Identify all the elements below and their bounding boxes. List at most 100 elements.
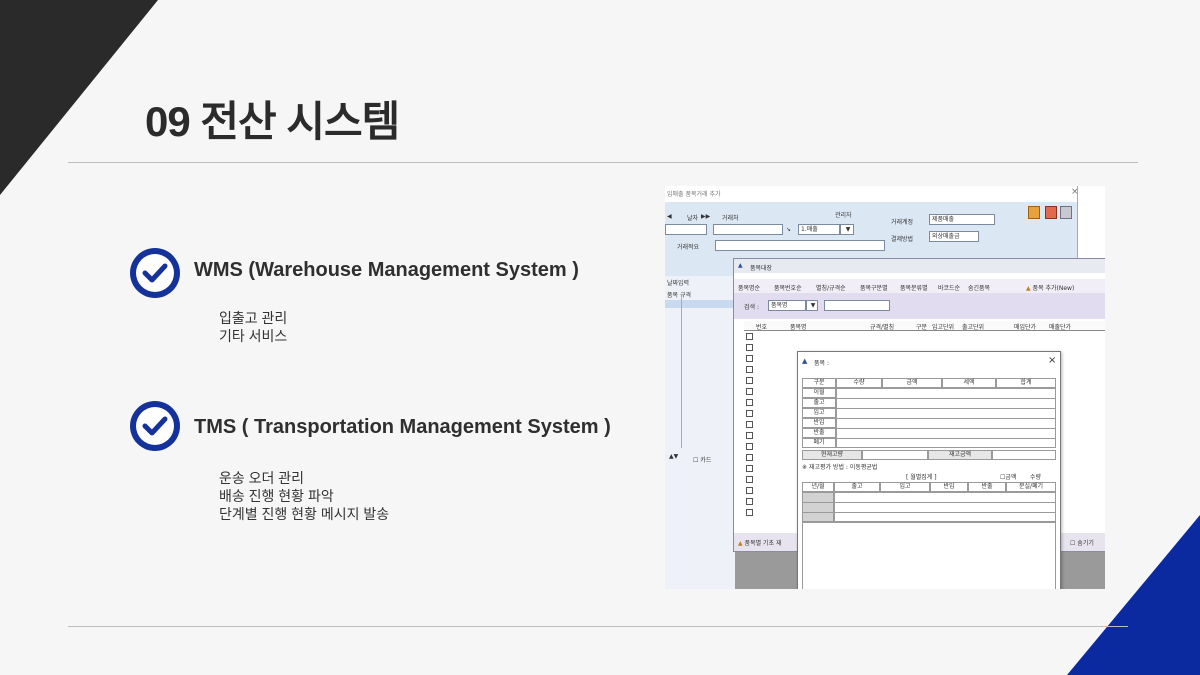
summary-label: 거래적요 [677, 244, 700, 251]
monthly-label: [ 월별집계 ] [906, 474, 937, 481]
window-title: 입매출 품목거래 추가 [667, 191, 721, 198]
chevron-down-icon[interactable]: ▼ [840, 224, 854, 235]
row-checkbox[interactable] [746, 454, 753, 461]
search-bar: 검색 : 품목명 ▼ [734, 293, 1105, 319]
tab-category[interactable]: 품목구분별 [860, 283, 888, 292]
month-column [802, 492, 834, 522]
row-checkbox[interactable] [746, 333, 753, 340]
summary-grid [836, 388, 1056, 448]
footer-divider [68, 626, 1128, 627]
prev-icon[interactable]: ◀ [667, 213, 672, 220]
current-stock-label: 현재고량 [802, 450, 862, 460]
manager-label: 관리자 [835, 212, 852, 219]
row-checkbox[interactable] [746, 410, 753, 417]
column-header: 분실/폐기 [1006, 482, 1056, 492]
document-icon[interactable] [1028, 206, 1040, 219]
card-checkbox[interactable]: ☐ 카드 [693, 455, 711, 464]
title-divider [68, 162, 1138, 163]
column-header: 반출 [968, 482, 1006, 492]
row-checkbox[interactable] [746, 476, 753, 483]
page-title: 09 전산 시스템 [145, 98, 400, 145]
stock-amount-label: 재고금액 [928, 450, 992, 460]
summary-field[interactable] [715, 240, 885, 251]
row-checkbox[interactable] [746, 388, 753, 395]
close-icon[interactable]: × [1048, 355, 1056, 366]
row-checkbox[interactable] [746, 366, 753, 373]
row-label: 반입 [802, 418, 836, 428]
footer-label: ▲ 품목별 기초 재 [738, 540, 782, 547]
row-checkbox[interactable] [746, 443, 753, 450]
qty-toggle[interactable]: 수량 [1030, 472, 1041, 481]
search-label: 검색 : [744, 304, 759, 311]
tab-item-name[interactable]: 품목명순 [738, 283, 760, 292]
table-icon[interactable] [1045, 206, 1057, 219]
transaction-grid: 날짜입력 품목 규격 ▲▼ ☐ 카드 [665, 276, 735, 589]
column-header: 출고단위 [962, 324, 985, 331]
amount-toggle[interactable]: ☐금액 [1000, 472, 1016, 481]
hide-checkbox[interactable]: ☐ 숨기기 [1070, 538, 1094, 547]
item-column-header: 품목 규격 [667, 292, 691, 299]
dialog-title: 품목 : [814, 360, 829, 367]
corner-decoration-top-left [0, 0, 158, 195]
section-heading-tms: TMS ( Transportation Management System ) [194, 416, 611, 438]
tab-barcode[interactable]: 바코드순 [938, 283, 960, 292]
row-checkbox[interactable] [746, 355, 753, 362]
account-label: 거래처 [722, 215, 739, 222]
column-header: 출고 [834, 482, 880, 492]
scroll-stepper[interactable]: ▲▼ [669, 453, 678, 460]
row-checkbox[interactable] [746, 399, 753, 406]
add-item-button[interactable]: ▲ 품목 추가(New) [1026, 283, 1074, 292]
row-checkbox[interactable] [746, 487, 753, 494]
side-label: 날짜입력 [667, 280, 690, 287]
row-checkbox[interactable] [746, 498, 753, 505]
column-header: 입고 [880, 482, 930, 492]
row-checkbox[interactable] [746, 432, 753, 439]
item-detail-dialog: ▲ 품목 : × 구분 수량 금액 세액 합계 이월 출고 입고 반입 반출 폐… [797, 351, 1061, 589]
column-header: 매출단가 [1049, 324, 1072, 331]
account-mgmt-field[interactable]: 제품매출 [929, 214, 995, 225]
section-items-wms: 입출고 관리 기타 서비스 [219, 309, 287, 345]
section-items-tms: 운송 오더 관리 배송 진행 현황 파악 단계별 진행 현황 메시지 발송 [219, 469, 389, 523]
tab-item-number[interactable]: 품목번호순 [774, 283, 802, 292]
tab-class[interactable]: 품목분류별 [900, 283, 928, 292]
date-label: 날자 [687, 215, 699, 222]
column-header: 입고단위 [932, 324, 955, 331]
tab-alias[interactable]: 별칭/규격순 [816, 283, 846, 292]
erp-screenshot: 입매출 품목거래 추가 × ◀ 날자 ▶▶ 거래처 관리자 ↘ 1.매출 ▼ 거… [665, 186, 1105, 589]
search-input[interactable] [824, 300, 890, 311]
row-checkbox[interactable] [746, 344, 753, 351]
grid-icon[interactable] [1060, 206, 1072, 219]
window-title: 품목대장 [750, 265, 773, 272]
row-checkbox[interactable] [746, 421, 753, 428]
check-circle-icon [130, 401, 180, 451]
column-header: 년/월 [802, 482, 834, 492]
row-checkbox[interactable] [746, 465, 753, 472]
list-item: 기타 서비스 [219, 328, 288, 344]
chevron-down-icon[interactable]: ▼ [806, 300, 818, 311]
column-header: 번호 [756, 324, 768, 331]
payment-field[interactable]: 외상매출금 [929, 231, 979, 242]
column-header: 금액 [882, 378, 942, 388]
current-stock-field [862, 450, 928, 460]
type-select[interactable]: 1.매출 [798, 224, 840, 235]
column-header: 반입 [930, 482, 968, 492]
section-heading-wms: WMS (Warehouse Management System ) [194, 259, 579, 281]
stock-amount-field [992, 450, 1056, 460]
list-item: 배송 진행 현황 파악 [219, 488, 334, 504]
row-label: 이월 [802, 388, 836, 398]
valuation-note: ※ 재고평가 방법 : 이동평균법 [802, 464, 878, 471]
date-field[interactable] [665, 224, 707, 235]
list-item: 단계별 진행 현황 메시지 발송 [219, 506, 390, 522]
search-icon[interactable]: ↘ [786, 226, 791, 233]
row-checkbox[interactable] [746, 377, 753, 384]
list-item: 운송 오더 관리 [219, 470, 305, 486]
row-label: 출고 [802, 398, 836, 408]
account-field[interactable] [713, 224, 783, 235]
column-header: 수량 [836, 378, 882, 388]
search-type-select[interactable]: 품목명 [768, 300, 806, 311]
tab-bar: 품목명순 품목번호순 별칭/규격순 품목구분별 품목분류별 바코드순 숨긴품목 … [734, 279, 1105, 294]
next-icon[interactable]: ▶▶ [701, 213, 710, 220]
tab-hidden[interactable]: 숨긴품목 [968, 283, 990, 292]
list-item: 입출고 관리 [219, 310, 288, 326]
row-checkbox[interactable] [746, 509, 753, 516]
